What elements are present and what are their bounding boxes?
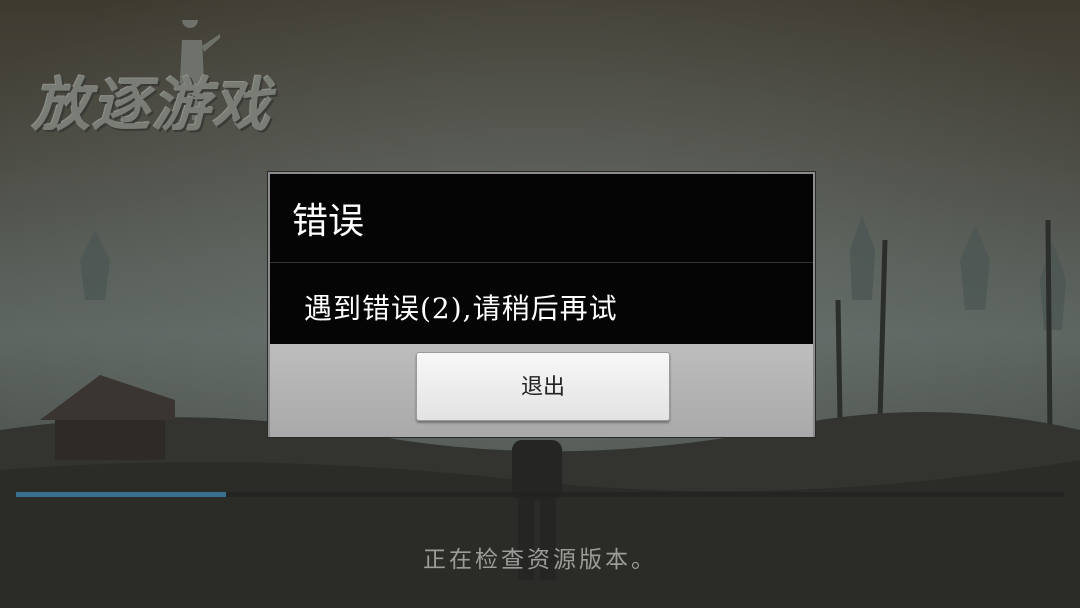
exit-button[interactable]: 退出 [416,352,670,421]
dialog-message: 遇到错误(2),请稍后再试 [304,292,618,325]
error-dialog: 错误 遇到错误(2),请稍后再试 退出 [268,172,815,437]
dialog-button-bar: 退出 [270,344,813,437]
dialog-divider [270,262,813,263]
loading-progress-fill [16,492,226,497]
game-logo: 放逐游戏 [22,20,352,139]
logo-text: 放逐游戏 [32,71,273,139]
loading-status-text: 正在检查资源版本。 [423,547,657,573]
dialog-title: 错误 [292,201,365,242]
loading-progress-bar [16,492,1064,497]
